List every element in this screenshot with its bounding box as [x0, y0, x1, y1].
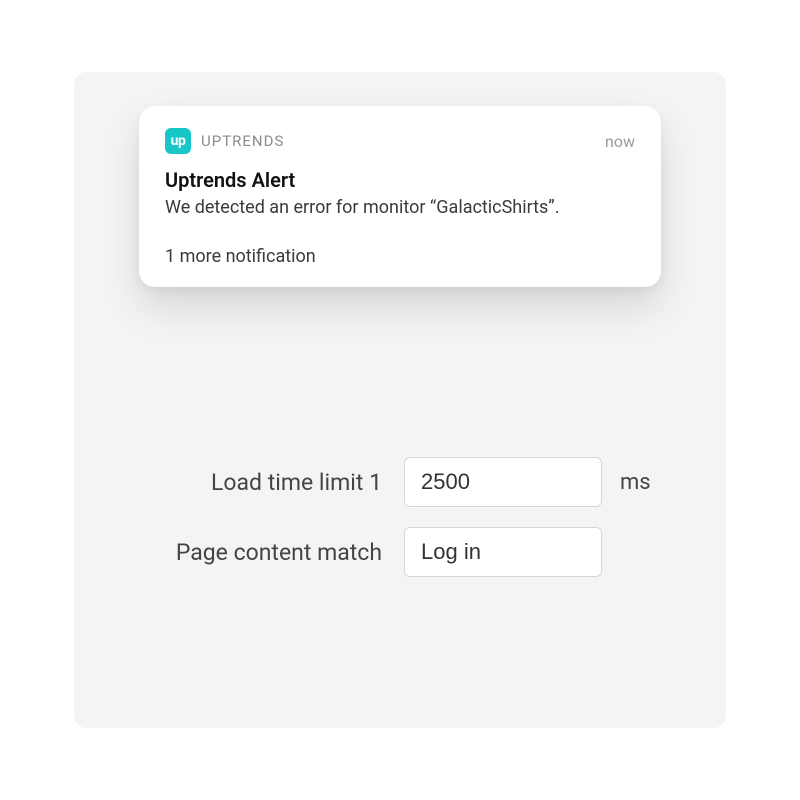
- notification-more[interactable]: 1 more notification: [165, 246, 635, 267]
- content-match-label: Page content match: [114, 539, 404, 566]
- load-time-unit: ms: [620, 470, 651, 495]
- uptrends-app-icon: up: [165, 128, 191, 154]
- content-match-row: Page content match: [114, 527, 666, 577]
- app-name: UPTRENDS: [201, 132, 284, 150]
- notification-card[interactable]: up UPTRENDS now Uptrends Alert We detect…: [139, 106, 661, 287]
- content-match-input[interactable]: [404, 527, 602, 577]
- load-time-input[interactable]: [404, 457, 602, 507]
- load-time-row: Load time limit 1 ms: [114, 457, 666, 507]
- monitor-settings-form: Load time limit 1 ms Page content match: [74, 457, 726, 577]
- notification-timestamp: now: [605, 132, 635, 151]
- load-time-label: Load time limit 1: [114, 469, 404, 496]
- notification-title: Uptrends Alert: [165, 168, 635, 192]
- notification-body: We detected an error for monitor “Galact…: [165, 196, 635, 220]
- notification-header: up UPTRENDS now: [165, 128, 635, 154]
- settings-panel: up UPTRENDS now Uptrends Alert We detect…: [74, 72, 726, 728]
